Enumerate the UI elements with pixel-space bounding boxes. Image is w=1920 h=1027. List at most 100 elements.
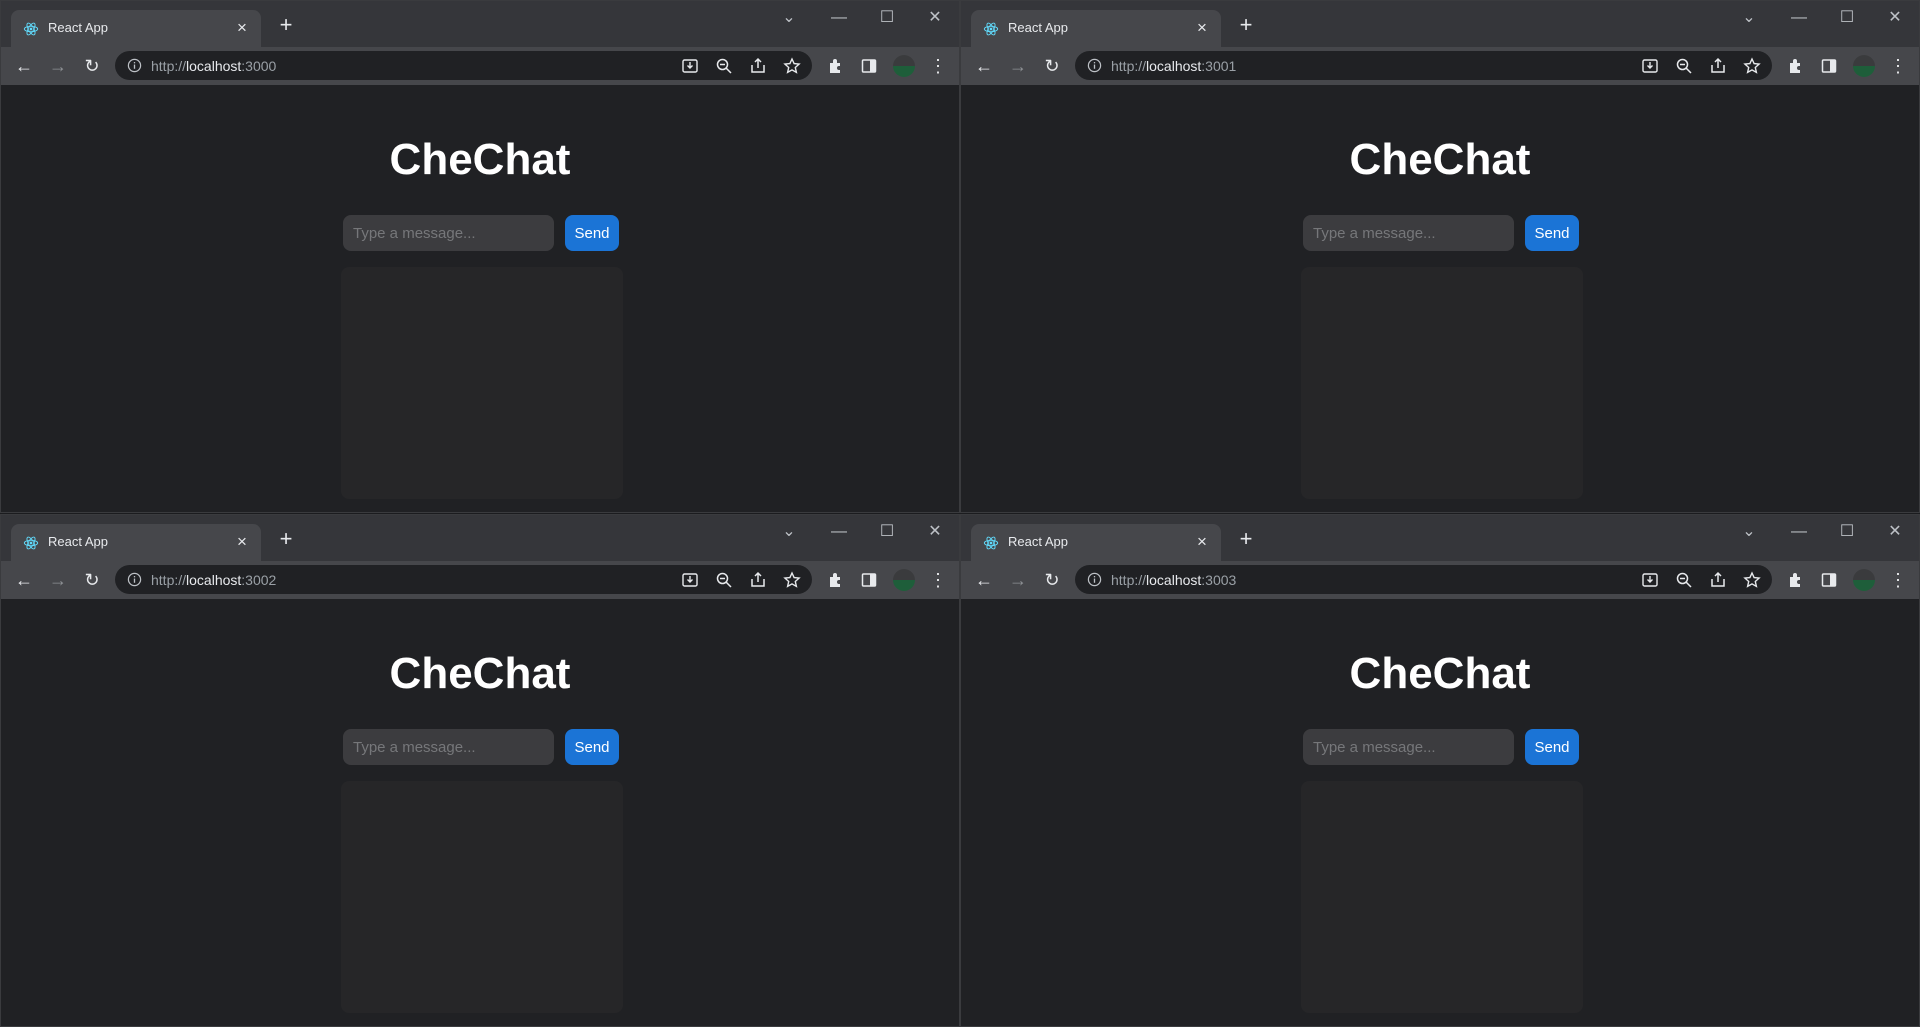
address-bar[interactable]: http://localhost:3002 <box>115 565 812 594</box>
reload-icon[interactable]: ↻ <box>80 55 104 77</box>
send-button[interactable]: Send <box>1525 729 1579 765</box>
close-icon[interactable]: × <box>1192 18 1212 38</box>
close-icon[interactable]: ✕ <box>915 5 955 31</box>
tab-title: React App <box>1008 534 1068 549</box>
puzzle-icon[interactable] <box>1787 57 1805 75</box>
kebab-menu-icon[interactable]: ⋮ <box>929 55 947 77</box>
share-icon[interactable] <box>749 57 767 75</box>
close-icon[interactable]: ✕ <box>1875 5 1915 31</box>
message-input[interactable] <box>343 729 554 765</box>
arrow-left-icon[interactable]: ← <box>972 55 996 77</box>
message-input[interactable] <box>1303 215 1514 251</box>
zoom-icon[interactable] <box>715 57 733 75</box>
side-panel-icon[interactable] <box>1820 57 1838 75</box>
close-icon[interactable]: ✕ <box>915 519 955 545</box>
info-icon[interactable] <box>127 572 142 587</box>
address-bar[interactable]: http://localhost:3003 <box>1075 565 1772 594</box>
plus-icon[interactable]: + <box>1234 528 1258 552</box>
arrow-right-icon[interactable]: → <box>46 55 70 77</box>
tab-title: React App <box>48 20 108 35</box>
minimize-icon[interactable]: — <box>819 519 859 545</box>
maximize-icon[interactable]: ☐ <box>867 5 907 31</box>
browser-toolbar: ← → ↻ http://localhost:3001 ⋮ <box>961 47 1919 85</box>
plus-icon[interactable]: + <box>274 14 298 38</box>
send-button[interactable]: Send <box>565 729 619 765</box>
browser-toolbar: ← → ↻ http://localhost:3002 ⋮ <box>1 561 959 599</box>
plus-icon[interactable]: + <box>1234 14 1258 38</box>
avatar[interactable] <box>893 569 915 591</box>
star-icon[interactable] <box>1743 571 1761 589</box>
app-title: CheChat <box>389 135 571 184</box>
kebab-menu-icon[interactable]: ⋮ <box>1889 569 1907 591</box>
arrow-left-icon[interactable]: ← <box>12 569 36 591</box>
app-content: CheChat Send <box>961 85 1919 512</box>
close-icon[interactable]: × <box>1192 532 1212 552</box>
close-icon[interactable]: ✕ <box>1875 519 1915 545</box>
side-panel-icon[interactable] <box>1820 571 1838 589</box>
kebab-menu-icon[interactable]: ⋮ <box>1889 55 1907 77</box>
close-icon[interactable]: × <box>232 18 252 38</box>
url-text: http://localhost:3001 <box>1111 58 1237 74</box>
app-title: CheChat <box>1349 649 1531 698</box>
send-button[interactable]: Send <box>1525 215 1579 251</box>
tab-react-app[interactable]: React App × <box>11 524 261 561</box>
tab-react-app[interactable]: React App × <box>971 524 1221 561</box>
share-icon[interactable] <box>1709 571 1727 589</box>
puzzle-icon[interactable] <box>827 57 845 75</box>
share-icon[interactable] <box>1709 57 1727 75</box>
react-logo-icon <box>983 536 999 550</box>
reload-icon[interactable]: ↻ <box>80 569 104 591</box>
avatar[interactable] <box>1853 55 1875 77</box>
avatar[interactable] <box>1853 569 1875 591</box>
chevron-down-icon[interactable]: ⌄ <box>769 5 809 31</box>
install-icon[interactable] <box>1641 57 1659 75</box>
puzzle-icon[interactable] <box>1787 571 1805 589</box>
maximize-icon[interactable]: ☐ <box>867 519 907 545</box>
chevron-down-icon[interactable]: ⌄ <box>1729 519 1769 545</box>
minimize-icon[interactable]: — <box>819 5 859 31</box>
arrow-left-icon[interactable]: ← <box>12 55 36 77</box>
send-button[interactable]: Send <box>565 215 619 251</box>
reload-icon[interactable]: ↻ <box>1040 569 1064 591</box>
arrow-right-icon[interactable]: → <box>1006 569 1030 591</box>
maximize-icon[interactable]: ☐ <box>1827 5 1867 31</box>
install-icon[interactable] <box>681 57 699 75</box>
close-icon[interactable]: × <box>232 532 252 552</box>
star-icon[interactable] <box>783 571 801 589</box>
info-icon[interactable] <box>1087 572 1102 587</box>
zoom-icon[interactable] <box>1675 57 1693 75</box>
arrow-right-icon[interactable]: → <box>1006 55 1030 77</box>
star-icon[interactable] <box>1743 57 1761 75</box>
tab-react-app[interactable]: React App × <box>11 10 261 47</box>
install-icon[interactable] <box>681 571 699 589</box>
arrow-right-icon[interactable]: → <box>46 569 70 591</box>
star-icon[interactable] <box>783 57 801 75</box>
browser-window: React App × + ⌄ — ☐ ✕ ← → ↻ http://local… <box>960 0 1920 513</box>
puzzle-icon[interactable] <box>827 571 845 589</box>
arrow-left-icon[interactable]: ← <box>972 569 996 591</box>
zoom-icon[interactable] <box>715 571 733 589</box>
share-icon[interactable] <box>749 571 767 589</box>
kebab-menu-icon[interactable]: ⋮ <box>929 569 947 591</box>
message-input[interactable] <box>343 215 554 251</box>
side-panel-icon[interactable] <box>860 571 878 589</box>
info-icon[interactable] <box>127 58 142 73</box>
minimize-icon[interactable]: — <box>1779 5 1819 31</box>
chevron-down-icon[interactable]: ⌄ <box>769 519 809 545</box>
info-icon[interactable] <box>1087 58 1102 73</box>
tab-title: React App <box>48 534 108 549</box>
browser-window: React App × + ⌄ — ☐ ✕ ← → ↻ http://local… <box>0 0 960 513</box>
zoom-icon[interactable] <box>1675 571 1693 589</box>
plus-icon[interactable]: + <box>274 528 298 552</box>
reload-icon[interactable]: ↻ <box>1040 55 1064 77</box>
install-icon[interactable] <box>1641 571 1659 589</box>
avatar[interactable] <box>893 55 915 77</box>
maximize-icon[interactable]: ☐ <box>1827 519 1867 545</box>
minimize-icon[interactable]: — <box>1779 519 1819 545</box>
address-bar[interactable]: http://localhost:3001 <box>1075 51 1772 80</box>
tab-react-app[interactable]: React App × <box>971 10 1221 47</box>
address-bar[interactable]: http://localhost:3000 <box>115 51 812 80</box>
chevron-down-icon[interactable]: ⌄ <box>1729 5 1769 31</box>
side-panel-icon[interactable] <box>860 57 878 75</box>
message-input[interactable] <box>1303 729 1514 765</box>
